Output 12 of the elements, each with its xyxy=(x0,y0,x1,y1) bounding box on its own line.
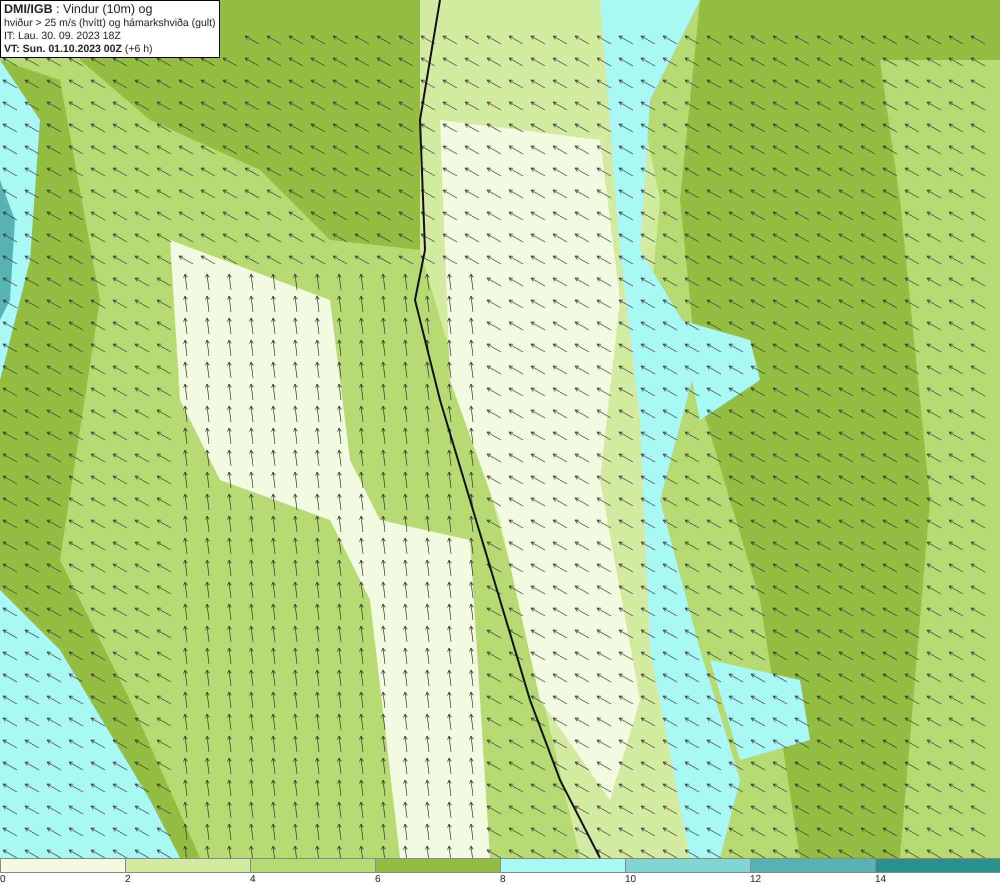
legend-label: 4 xyxy=(250,873,256,887)
legend-label: 8 xyxy=(500,873,506,887)
header-text: DMI/IGB : Vindur (10m) og xyxy=(4,2,154,17)
legend-label: 12 xyxy=(750,873,762,887)
legend-label: 10 xyxy=(625,873,636,887)
header-text: IT: Lau. 30. 09. 2023 18Z xyxy=(4,30,122,43)
legend-label: 2 xyxy=(125,873,131,887)
legend-label: 14 xyxy=(875,873,886,887)
header-text: hviður > 25 m/s (hvítt) og hámarkshviða (gult) xyxy=(4,17,216,30)
legend-label: 6 xyxy=(375,873,381,887)
legend-label: 0 xyxy=(0,873,6,887)
header-text: VT: Sun. 01.10.2023 00Z (+6 h) xyxy=(4,43,154,56)
